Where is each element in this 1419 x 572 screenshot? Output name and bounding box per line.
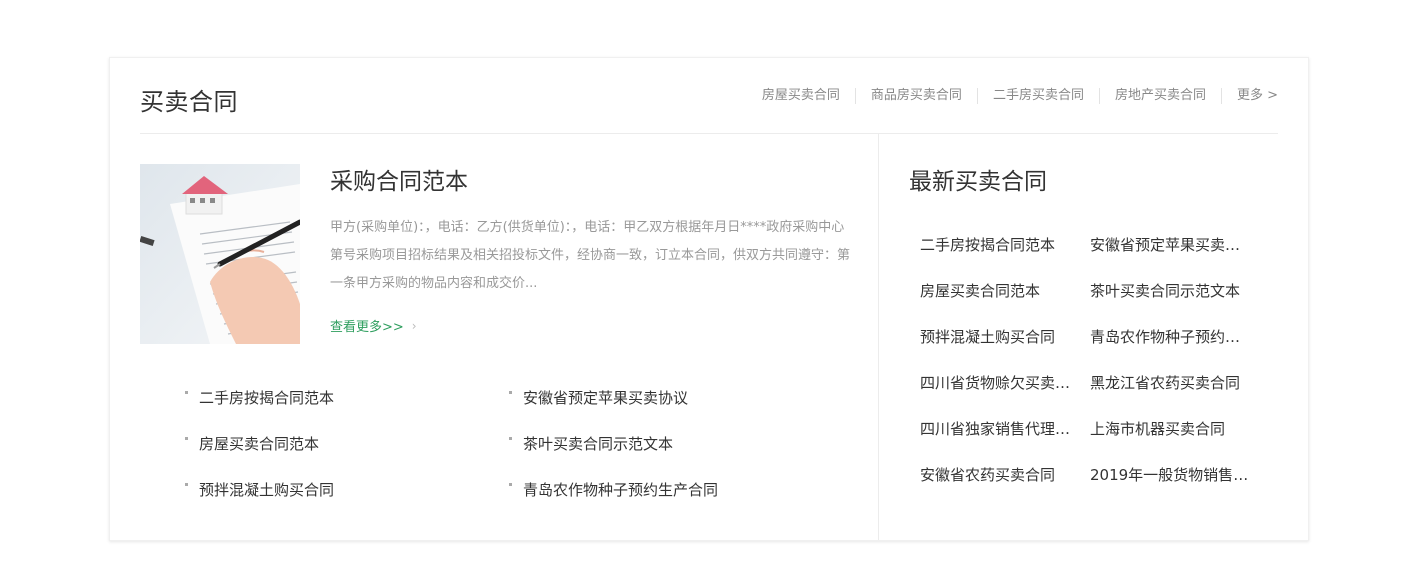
latest-item[interactable]: 黑龙江省农药买卖合同	[1090, 372, 1252, 393]
contract-signing-image	[140, 164, 300, 344]
bullet-icon	[509, 483, 512, 486]
more-link[interactable]: 更多 >	[1222, 88, 1278, 104]
featured-title[interactable]: 采购合同范本	[330, 162, 468, 196]
latest-contracts-title: 最新买卖合同	[909, 169, 1047, 195]
latest-item[interactable]: 青岛农作物种子预约生产合同	[1090, 326, 1252, 347]
list-item[interactable]: 安徽省预定苹果买卖协议	[509, 387, 688, 408]
latest-item[interactable]: 上海市机器买卖合同	[1090, 418, 1252, 439]
list-item[interactable]: 青岛农作物种子预约生产合同	[509, 479, 718, 500]
bullet-icon	[185, 437, 188, 440]
latest-item[interactable]: 2019年一般货物销售合同	[1090, 464, 1252, 485]
list-item[interactable]: 茶叶买卖合同示范文本	[509, 433, 673, 454]
section-title: 买卖合同	[140, 88, 238, 116]
read-more-link[interactable]: 查看更多>> ›	[330, 316, 417, 336]
latest-item[interactable]: 安徽省预定苹果买卖协议	[1090, 234, 1252, 255]
latest-item[interactable]: 预拌混凝土购买合同	[920, 326, 1082, 347]
category-links: 房屋买卖合同 商品房买卖合同 二手房买卖合同 房地产买卖合同 更多 >	[747, 88, 1278, 104]
latest-item[interactable]: 二手房按揭合同范本	[920, 234, 1082, 255]
latest-item[interactable]: 四川省独家销售代理合同	[920, 418, 1082, 439]
list-item[interactable]: 房屋买卖合同范本	[185, 433, 319, 454]
bullet-icon	[509, 391, 512, 394]
latest-item[interactable]: 茶叶买卖合同示范文本	[1090, 280, 1252, 301]
category-link-house[interactable]: 房屋买卖合同	[747, 88, 856, 104]
latest-item[interactable]: 安徽省农药买卖合同	[920, 464, 1082, 485]
bullet-icon	[509, 437, 512, 440]
bullet-icon	[185, 483, 188, 486]
featured-description: 甲方(采购单位)：，电话：乙方(供货单位)：，电话：甲乙双方根据年月日****政…	[330, 220, 851, 291]
category-link-commercial-house[interactable]: 商品房买卖合同	[856, 88, 978, 104]
chevron-right-icon: ›	[411, 318, 417, 333]
list-item[interactable]: 二手房按揭合同范本	[185, 387, 334, 408]
contract-card: 买卖合同 房屋买卖合同 商品房买卖合同 二手房买卖合同 房地产买卖合同 更多 >	[109, 57, 1309, 541]
featured-thumbnail[interactable]	[140, 164, 300, 344]
read-more-label: 查看更多>>	[330, 320, 404, 335]
list-item[interactable]: 预拌混凝土购买合同	[185, 479, 334, 500]
category-link-second-hand-house[interactable]: 二手房买卖合同	[978, 88, 1100, 104]
category-link-real-estate[interactable]: 房地产买卖合同	[1100, 88, 1222, 104]
bullet-icon	[185, 391, 188, 394]
column-divider	[878, 134, 879, 540]
latest-item[interactable]: 房屋买卖合同范本	[920, 280, 1082, 301]
latest-item[interactable]: 四川省货物赊欠买卖合同	[920, 372, 1082, 393]
header-divider	[140, 133, 1278, 134]
